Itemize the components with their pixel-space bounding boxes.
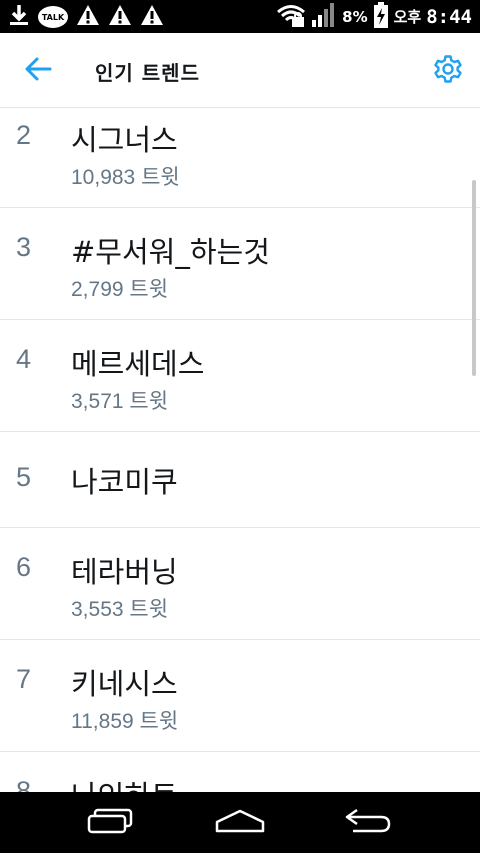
trend-name: 키네시스 — [71, 667, 178, 701]
back-nav-icon — [343, 807, 393, 839]
trend-tweet-count: 2,799 트윗 — [71, 278, 169, 301]
app-header: 인기 트렌드 — [0, 33, 480, 108]
back-nav-button[interactable] — [338, 804, 398, 842]
ampm-label: 오후 — [393, 8, 422, 26]
status-bar: TALK 8% 오후 8:44 — [0, 0, 480, 33]
trend-item[interactable]: 6 테라버닝 3,553 트윗 — [0, 528, 480, 640]
trend-name: 테라버닝 — [71, 555, 178, 589]
trend-list: 2 시그너스 10,983 트윗 3 #무서워_하는것 2,799 트윗 4 메… — [0, 108, 480, 792]
trend-name: 시그너스 — [71, 123, 178, 157]
trend-rank: 6 — [16, 552, 32, 582]
trend-item[interactable]: 3 #무서워_하는것 2,799 트윗 — [0, 208, 480, 320]
signal-icon — [311, 2, 337, 32]
trend-rank: 7 — [16, 664, 32, 694]
trend-item[interactable]: 2 시그너스 10,983 트윗 — [0, 108, 480, 208]
back-arrow-icon — [24, 56, 52, 86]
download-icon — [8, 3, 30, 31]
settings-button[interactable] — [430, 53, 466, 89]
trend-item[interactable]: 7 키네시스 11,859 트윗 — [0, 640, 480, 752]
home-icon — [214, 808, 266, 838]
trend-rank: 3 — [16, 232, 32, 262]
clock: 8:44 — [426, 5, 472, 28]
system-icons: 8% 오후 8:44 — [276, 1, 472, 32]
warning-icon — [76, 4, 100, 30]
trend-tweet-count: 3,553 트윗 — [71, 598, 169, 621]
scrollbar[interactable] — [472, 180, 476, 376]
trend-name: #무서워_하는것 — [71, 235, 270, 269]
warning-icon — [140, 4, 164, 30]
page-title: 인기 트렌드 — [95, 61, 200, 85]
gear-icon — [433, 54, 463, 88]
trend-rank: 5 — [16, 462, 32, 492]
talk-icon: TALK — [38, 6, 68, 28]
system-nav-bar — [0, 792, 480, 853]
trend-name: 나코미쿠 — [71, 465, 178, 499]
trend-tweet-count: 3,571 트윗 — [71, 390, 169, 413]
recent-apps-icon — [86, 808, 134, 838]
trend-rank: 4 — [16, 344, 32, 374]
recent-apps-button[interactable] — [80, 804, 140, 842]
trend-name: 나인하트 — [71, 773, 178, 792]
trend-tweet-count: 11,859 트윗 — [71, 710, 179, 733]
trend-item[interactable]: 4 메르세데스 3,571 트윗 — [0, 320, 480, 432]
trend-rank: 2 — [16, 120, 32, 150]
trend-item[interactable]: 8 나인하트 — [0, 752, 480, 792]
home-button[interactable] — [210, 804, 270, 842]
trend-rank: 8 — [16, 776, 32, 792]
wifi-icon — [276, 3, 306, 31]
trend-tweet-count: 10,983 트윗 — [71, 166, 180, 189]
battery-charging-icon — [373, 1, 389, 32]
back-button[interactable] — [18, 51, 58, 91]
notification-icons: TALK — [8, 4, 164, 30]
trend-name: 메르세데스 — [71, 347, 205, 381]
warning-icon — [108, 4, 132, 30]
trend-item[interactable]: 5 나코미쿠 — [0, 432, 480, 528]
battery-percent: 8% — [342, 7, 368, 26]
